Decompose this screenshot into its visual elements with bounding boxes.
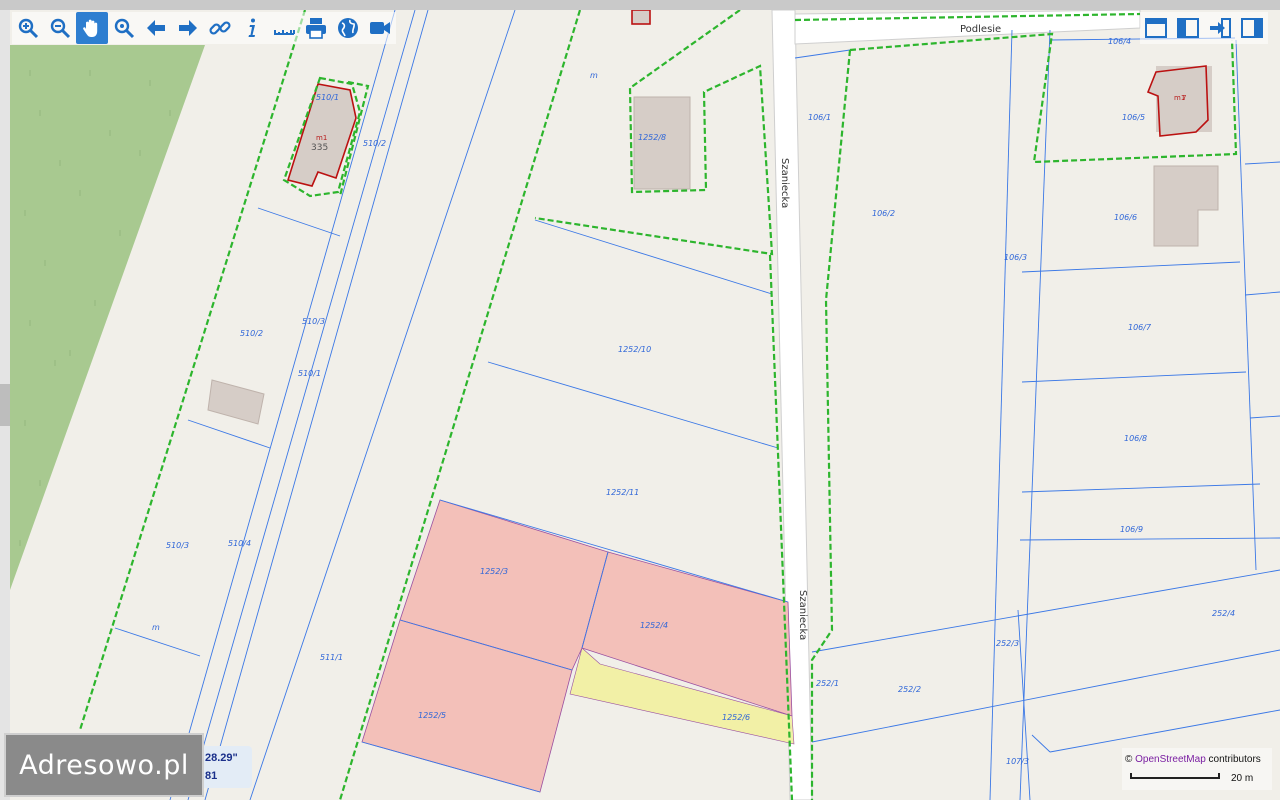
adresowo-logo[interactable]: Adresowo.pl	[4, 733, 204, 797]
attribution-suffix: contributors	[1208, 754, 1261, 765]
coordinate-latitude: 28.29"	[205, 752, 238, 764]
measure-button[interactable]	[268, 12, 300, 44]
ruler-icon	[274, 30, 295, 35]
globe-icon	[338, 18, 358, 38]
street-label-podlesie: Podlesie	[960, 24, 1001, 35]
window-button[interactable]	[1140, 12, 1172, 44]
layers-button[interactable]	[332, 12, 364, 44]
zoom-in-icon	[18, 18, 39, 39]
parcel-label: 510/3	[302, 317, 325, 326]
exit-button[interactable]	[1204, 12, 1236, 44]
print-button[interactable]	[300, 12, 332, 44]
parcel-label: 1252/10	[618, 345, 651, 354]
parcel-label: 510/2	[240, 329, 263, 338]
arrow-left-icon	[147, 20, 165, 36]
parcel-label: 511/1	[320, 653, 343, 662]
parcel-label: 252/1	[816, 679, 839, 688]
building-label: m1	[316, 134, 327, 142]
building-number: 335	[311, 143, 328, 153]
street-label-szaniecka-upper: Szaniecka	[779, 158, 790, 208]
left-panel-handle[interactable]	[0, 384, 10, 426]
coordinate-longitude: 81	[205, 770, 218, 782]
parcel-label: 1252/3	[480, 567, 508, 576]
pan-button[interactable]	[76, 12, 108, 44]
openstreetmap-link[interactable]: OpenStreetMap	[1135, 754, 1206, 765]
parcel-label: 510/4	[228, 539, 251, 548]
parcel-label: 106/6	[1114, 213, 1137, 222]
arrow-right-icon	[179, 20, 197, 36]
parcel-label: 1252/11	[606, 488, 639, 497]
split-left-button[interactable]	[1172, 12, 1204, 44]
info-button[interactable]	[236, 12, 268, 44]
split-left-icon	[1177, 18, 1199, 38]
parcel-label: 106/9	[1120, 525, 1143, 534]
zoom-in-button[interactable]	[12, 12, 44, 44]
parcel-label: m	[152, 623, 160, 632]
parcel-label: 1252/8	[638, 133, 666, 142]
link-button[interactable]	[204, 12, 236, 44]
scale-label: 20 m	[1231, 773, 1254, 784]
view-toolbar	[1140, 12, 1268, 44]
attribution: © OpenStreetMap contributors	[1125, 754, 1261, 765]
street-view-button[interactable]	[364, 12, 396, 44]
parcel-label: 106/3	[1004, 253, 1027, 262]
zoom-box-icon	[114, 18, 135, 39]
split-right-button[interactable]	[1236, 12, 1268, 44]
top-bar	[0, 0, 1280, 10]
parcel-label: 510/3	[166, 541, 189, 550]
next-view-button[interactable]	[172, 12, 204, 44]
parcel-label: 1252/4	[640, 621, 668, 630]
parcel-label: 252/4	[1212, 609, 1235, 618]
street-label-szaniecka-lower: Szaniecka	[797, 590, 808, 640]
map-toolbar	[12, 12, 396, 44]
previous-view-button[interactable]	[140, 12, 172, 44]
camera-icon	[370, 22, 390, 34]
map-canvas[interactable]: Podlesie Szaniecka Szaniecka 510/1 510/2…	[10, 10, 1280, 800]
zoom-out-icon	[50, 18, 71, 39]
parcel-label: 107/3	[1006, 757, 1029, 766]
pan-hand-icon	[83, 19, 98, 37]
parcel-label: 510/1	[298, 369, 321, 378]
building-1252-8	[633, 96, 691, 190]
parcel-label: 510/2	[363, 139, 386, 148]
zoom-box-button[interactable]	[108, 12, 140, 44]
parcel-label: 1252/5	[418, 711, 446, 720]
building-number: 7	[1182, 94, 1186, 102]
zoom-out-button[interactable]	[44, 12, 76, 44]
window-icon	[1145, 18, 1167, 38]
copyright-symbol: ©	[1125, 754, 1133, 765]
building-top	[631, 10, 651, 25]
parcel-label: 106/5	[1122, 113, 1145, 122]
exit-icon	[1210, 18, 1231, 38]
info-icon	[248, 18, 255, 37]
parcel-label: 510/1	[316, 93, 339, 102]
print-icon	[306, 18, 326, 39]
scale-bar	[1130, 773, 1220, 779]
parcel-label: 106/4	[1108, 37, 1131, 46]
parcel-label: 106/2	[872, 209, 895, 218]
link-icon	[209, 21, 231, 35]
logo-text: Adresowo.pl	[19, 749, 189, 781]
parcel-label: 106/7	[1128, 323, 1152, 332]
split-right-icon	[1241, 18, 1263, 38]
parcel-label: 252/2	[898, 685, 921, 694]
parcel-label: 106/1	[808, 113, 831, 122]
parcel-label: 252/3	[996, 639, 1019, 648]
parcel-label: 106/8	[1124, 434, 1147, 443]
parcel-label: 1252/6	[722, 713, 750, 722]
parcel-label: m	[590, 71, 598, 80]
